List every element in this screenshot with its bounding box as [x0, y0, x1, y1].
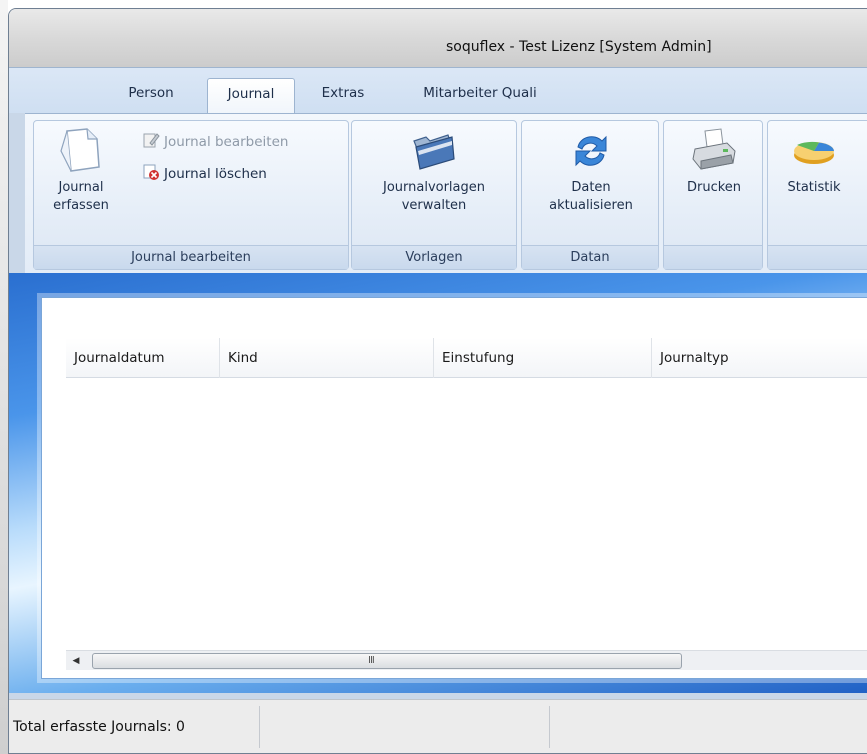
drucken-button[interactable]: Drucken	[668, 125, 760, 197]
folder-icon	[413, 134, 455, 170]
work-area: Journaldatum Kind Einstufung Journaltyp …	[9, 273, 867, 693]
edit-document-icon	[143, 133, 160, 148]
document-icon	[60, 128, 100, 172]
tab-person[interactable]: Person	[109, 78, 193, 114]
statistik-label: Statistik	[787, 180, 841, 195]
scrollbar-thumb[interactable]: III	[92, 653, 682, 669]
group-label-vorlagen: Vorlagen	[352, 245, 516, 269]
journal-bearbeiten-button[interactable]: Journal bearbeiten	[142, 131, 288, 150]
app-window: soquflex - Test Lizenz [System Admin] Pe…	[8, 8, 867, 754]
daten-aktualisieren-button[interactable]: Daten aktualisieren	[526, 125, 656, 215]
ribbon-group-vorlagen: Journalvorlagen verwalten Vorlagen	[351, 120, 517, 270]
chart-icon	[794, 141, 834, 164]
tab-journal[interactable]: Journal	[207, 78, 295, 114]
status-separator	[259, 706, 260, 748]
ribbon-group-datan: Daten aktualisieren Datan	[521, 120, 659, 270]
ribbon-tab-bar: Person Journal Extras Mitarbeiter Quali	[9, 67, 867, 114]
ribbon-group-journal-bearbeiten: Journal erfassen Journal bearbeiten Jour…	[33, 120, 349, 270]
group-label-journal-bearbeiten: Journal bearbeiten	[34, 245, 348, 269]
journal-erfassen-label-1: Journal	[58, 180, 104, 195]
column-header-journaltyp[interactable]: Journaltyp	[652, 338, 867, 378]
tab-extras[interactable]: Extras	[307, 78, 379, 114]
window-title: soquflex - Test Lizenz [System Admin]	[446, 39, 712, 55]
journal-loeschen-button[interactable]: Journal löschen	[142, 163, 267, 182]
table-header: Journaldatum Kind Einstufung Journaltyp	[66, 338, 867, 378]
printer-icon	[692, 128, 736, 170]
status-separator	[549, 706, 550, 748]
group-label-drucken	[664, 245, 762, 269]
journal-loeschen-label: Journal löschen	[164, 166, 267, 182]
column-header-einstufung[interactable]: Einstufung	[434, 338, 652, 378]
ribbon-group-drucken: Drucken	[663, 120, 763, 270]
desktop-background	[0, 0, 8, 754]
daten-aktualisieren-label-2: aktualisieren	[549, 198, 633, 213]
journalvorlagen-label-1: Journalvorlagen	[382, 180, 486, 195]
journal-bearbeiten-label: Journal bearbeiten	[164, 134, 289, 150]
status-bar: Total erfasste Journals: 0	[9, 699, 867, 753]
horizontal-scrollbar[interactable]: ◀ III	[66, 650, 867, 670]
column-header-journaldatum[interactable]: Journaldatum	[66, 338, 220, 378]
journal-erfassen-button[interactable]: Journal erfassen	[38, 125, 124, 215]
refresh-icon	[575, 135, 607, 167]
delete-document-icon	[143, 164, 159, 180]
status-total-journals: Total erfasste Journals: 0	[13, 719, 185, 735]
title-bar: soquflex - Test Lizenz [System Admin]	[9, 9, 867, 67]
journalvorlagen-label-2: verwalten	[401, 198, 467, 213]
journal-erfassen-label-2: erfassen	[53, 198, 109, 213]
ribbon-group-statistik: Statistik	[767, 120, 867, 270]
daten-aktualisieren-label-1: Daten	[571, 180, 611, 195]
scroll-left-arrow-icon[interactable]: ◀	[68, 653, 84, 669]
group-label-datan: Datan	[522, 245, 658, 269]
scrollbar-grip: III	[368, 655, 375, 666]
tab-mitarbeiter-quali[interactable]: Mitarbeiter Quali	[405, 78, 555, 114]
journalvorlagen-verwalten-button[interactable]: Journalvorlagen verwalten	[358, 125, 510, 215]
ribbon-panel: Journal erfassen Journal bearbeiten Jour…	[25, 113, 867, 273]
statistik-button[interactable]: Statistik	[772, 125, 856, 197]
journal-panel: Journaldatum Kind Einstufung Journaltyp …	[41, 297, 867, 679]
column-header-kind[interactable]: Kind	[220, 338, 434, 378]
group-label-statistik	[768, 245, 867, 269]
drucken-label: Drucken	[686, 180, 742, 195]
journal-table-body	[66, 378, 867, 650]
